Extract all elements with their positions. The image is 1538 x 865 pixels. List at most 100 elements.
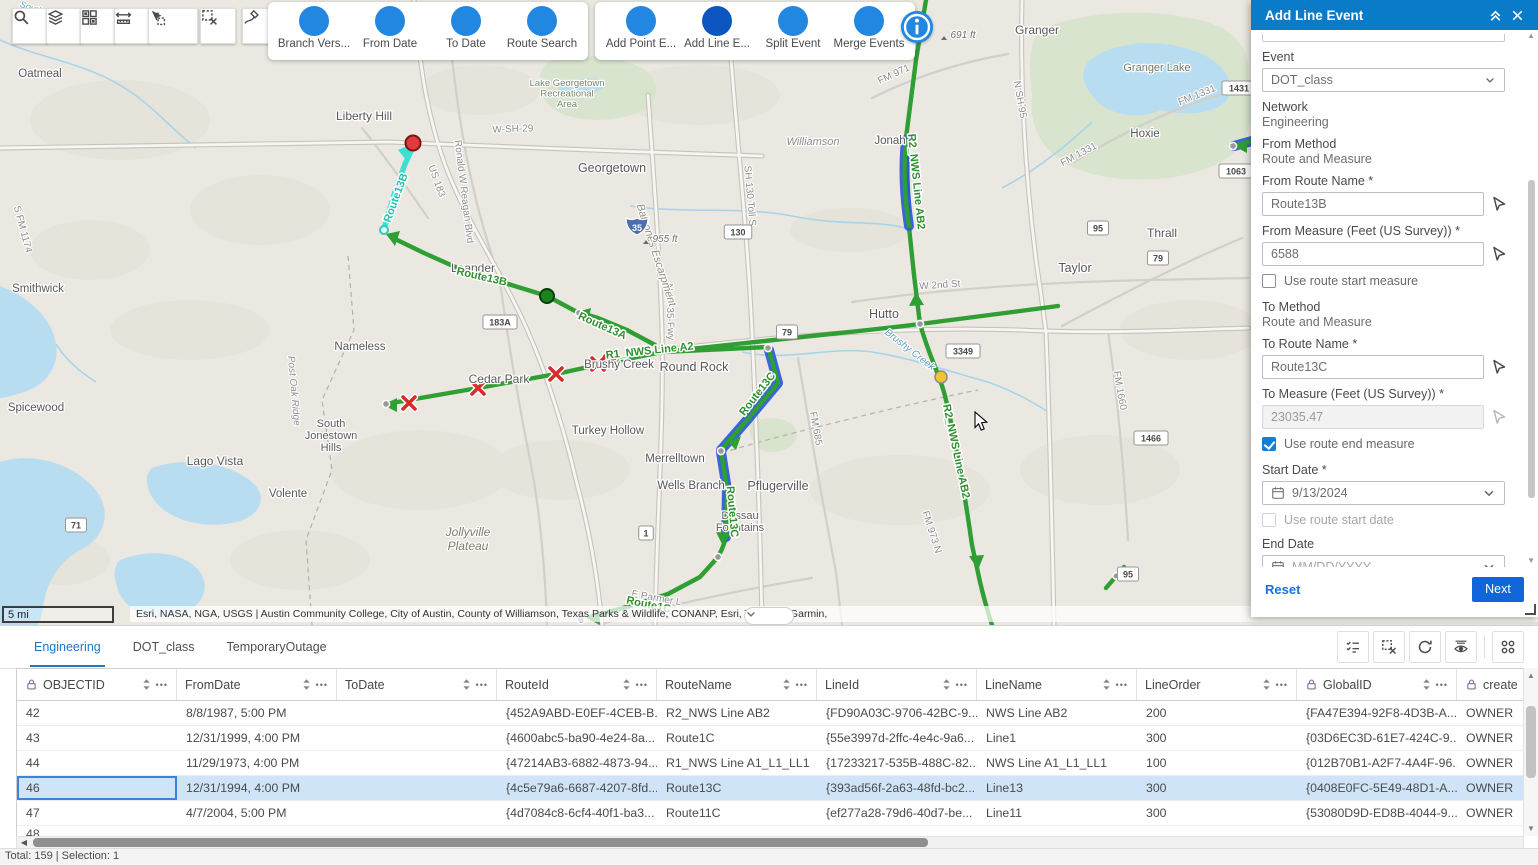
end-date-input[interactable]: MM/DD/YYYY	[1262, 555, 1505, 567]
clear-selection-button[interactable]	[1373, 631, 1405, 663]
cell-LineId[interactable]: {393ad56f-2a63-48fd-bc2...	[817, 776, 977, 800]
cell-GlobalID[interactable]: {53080D9D-ED8B-4044-9...	[1297, 801, 1457, 825]
cell-create[interactable]: OWNER	[1457, 751, 1524, 775]
tab-engineering[interactable]: Engineering	[30, 627, 105, 667]
cell-OBJECTID[interactable]: 47	[17, 801, 177, 825]
add-line-event-button[interactable]: Add Line E...	[681, 6, 753, 50]
from-measure-input[interactable]: 6588	[1262, 242, 1484, 266]
close-panel-icon[interactable]	[1506, 4, 1528, 26]
pick-from-route-on-map-icon[interactable]	[1491, 195, 1508, 213]
vertical-scroll-thumb[interactable]	[1526, 706, 1536, 778]
cell-RouteId[interactable]: {4d7084c8-6cf4-40f1-ba3...	[497, 801, 657, 825]
cell-LineOrder[interactable]: 300	[1137, 801, 1297, 825]
cell-ToDate[interactable]	[337, 751, 497, 775]
panel-scroll-down-arrow[interactable]: ▼	[1527, 557, 1535, 565]
sort-icon[interactable]	[302, 678, 311, 691]
column-header-RouteId[interactable]: RouteId•••	[497, 669, 657, 700]
cell-RouteName[interactable]: Route11C	[657, 801, 817, 825]
cell-create[interactable]: OWNER	[1457, 801, 1524, 825]
panel-scrollbar-thumb[interactable]	[1528, 180, 1535, 498]
column-header-ToDate[interactable]: ToDate•••	[337, 669, 497, 700]
use-route-start-measure-checkbox[interactable]: Use route start measure	[1262, 274, 1508, 288]
split-event-button[interactable]: Split Event	[757, 6, 829, 50]
checkbox[interactable]	[1262, 274, 1276, 288]
cell-create[interactable]: OWNER	[1457, 726, 1524, 750]
from-route-name-input[interactable]: Route13B	[1262, 192, 1484, 216]
cell-LineId[interactable]: {17233217-535B-488C-82...	[817, 751, 977, 775]
cell-ToDate[interactable]	[337, 701, 497, 725]
sort-icon[interactable]	[1422, 678, 1431, 691]
cell-OBJECTID[interactable]: 48	[17, 826, 177, 836]
cell-GlobalID[interactable]: {03D6EC3D-61E7-424C-9...	[1297, 726, 1457, 750]
column-menu-icon[interactable]: •••	[956, 680, 968, 690]
collapse-panel-icon[interactable]	[1484, 4, 1506, 26]
cell-LineName[interactable]: Line11	[977, 801, 1137, 825]
cell-ToDate[interactable]	[337, 776, 497, 800]
use-route-end-measure-checkbox[interactable]: Use route end measure	[1262, 437, 1508, 451]
table-row[interactable]: 474/7/2004, 5:00 PM {4d7084c8-6cf4-40f1-b…	[17, 801, 1523, 826]
column-menu-icon[interactable]: •••	[796, 680, 808, 690]
tab-temporaryoutage[interactable]: TemporaryOutage	[223, 627, 331, 667]
cell-RouteId[interactable]: {47214AB3-6882-4873-94...	[497, 751, 657, 775]
checkbox-checked[interactable]	[1262, 437, 1276, 451]
show-selection-button[interactable]	[1337, 631, 1369, 663]
start-date-input[interactable]: 9/13/2024	[1262, 481, 1505, 505]
cell-FromDate[interactable]: 12/31/1994, 4:00 PM	[177, 776, 337, 800]
hide-fields-button[interactable]	[1445, 631, 1477, 663]
column-header-OBJECTID[interactable]: OBJECTID•••	[17, 669, 177, 700]
sort-icon[interactable]	[462, 678, 471, 691]
table-vertical-scrollbar[interactable]: ▲ ▼	[1523, 668, 1538, 836]
cell-RouteId[interactable]: {4c5e79a6-6687-4207-8fd...	[497, 776, 657, 800]
pick-to-route-on-map-icon[interactable]	[1491, 358, 1508, 376]
column-header-LineName[interactable]: LineName•••	[977, 669, 1137, 700]
basemap-button[interactable]	[80, 8, 116, 44]
expand-table-chevron-button[interactable]	[744, 607, 794, 625]
table-row[interactable]: 428/8/1987, 5:00 PM{452A9ABD-E0EF-4CEB-B…	[17, 701, 1523, 726]
cell-ToDate[interactable]	[337, 801, 497, 825]
sort-icon[interactable]	[142, 678, 151, 691]
cell-GlobalID[interactable]: {012B70B1-A2F7-4A4F-96...	[1297, 751, 1457, 775]
refresh-button[interactable]	[1409, 631, 1441, 663]
cell-LineOrder[interactable]: 300	[1137, 726, 1297, 750]
cell-create[interactable]: OWNER	[1457, 701, 1524, 725]
cell-LineOrder[interactable]: 100	[1137, 751, 1297, 775]
cell-LineOrder[interactable]: 300	[1137, 776, 1297, 800]
cell-FromDate[interactable]: 12/31/1999, 4:00 PM	[177, 726, 337, 750]
table-row[interactable]: 4312/31/1999, 4:00 PM{4600abc5-ba90-4e24…	[17, 726, 1523, 751]
cell-RouteId[interactable]: {452A9ABD-E0EF-4CEB-B...	[497, 701, 657, 725]
next-button[interactable]: Next	[1472, 577, 1524, 602]
cell-GlobalID[interactable]	[1297, 826, 1457, 836]
branch-versioning-button[interactable]: Branch Vers...	[278, 6, 350, 50]
cell-ToDate[interactable]	[337, 826, 497, 836]
scroll-down-arrow[interactable]: ▼	[1524, 824, 1538, 833]
cell-RouteName[interactable]	[657, 826, 817, 836]
sort-icon[interactable]	[1262, 678, 1271, 691]
scroll-up-arrow[interactable]: ▲	[1524, 671, 1538, 680]
pick-from-measure-on-map-icon[interactable]	[1491, 245, 1508, 263]
column-header-GlobalID[interactable]: GlobalID•••	[1297, 669, 1457, 700]
cell-LineName[interactable]: NWS Line A1_L1_LL1	[977, 751, 1137, 775]
column-menu-icon[interactable]: •••	[476, 680, 488, 690]
column-header-RouteName[interactable]: RouteName•••	[657, 669, 817, 700]
select-button[interactable]	[148, 8, 198, 44]
actions-button[interactable]	[1492, 631, 1524, 663]
cell-RouteId[interactable]	[497, 826, 657, 836]
cell-FromDate[interactable]	[177, 826, 337, 836]
search-button[interactable]	[12, 8, 48, 44]
column-header-LineOrder[interactable]: LineOrder•••	[1137, 669, 1297, 700]
cell-FromDate[interactable]: 4/7/2004, 5:00 PM	[177, 801, 337, 825]
sort-icon[interactable]	[942, 678, 951, 691]
tab-dot_class[interactable]: DOT_class	[129, 627, 199, 667]
cell-LineOrder[interactable]: 200	[1137, 701, 1297, 725]
cell-RouteId[interactable]: {4600abc5-ba90-4e24-8a...	[497, 726, 657, 750]
column-menu-icon[interactable]: •••	[636, 680, 648, 690]
table-row[interactable]: 4411/29/1973, 4:00 PM{47214AB3-6882-4873…	[17, 751, 1523, 776]
cell-GlobalID[interactable]: {0408E0FC-5E49-48D1-A...	[1297, 776, 1457, 800]
add-point-event-button[interactable]: Add Point E...	[605, 6, 677, 50]
sort-icon[interactable]	[622, 678, 631, 691]
cell-LineId[interactable]: {FD90A03C-9706-42BC-9...	[817, 701, 977, 725]
table-row-partial[interactable]: 48	[17, 826, 1523, 836]
cell-RouteName[interactable]: Route1C	[657, 726, 817, 750]
cell-LineName[interactable]: Line13	[977, 776, 1137, 800]
cell-FromDate[interactable]: 8/8/1987, 5:00 PM	[177, 701, 337, 725]
